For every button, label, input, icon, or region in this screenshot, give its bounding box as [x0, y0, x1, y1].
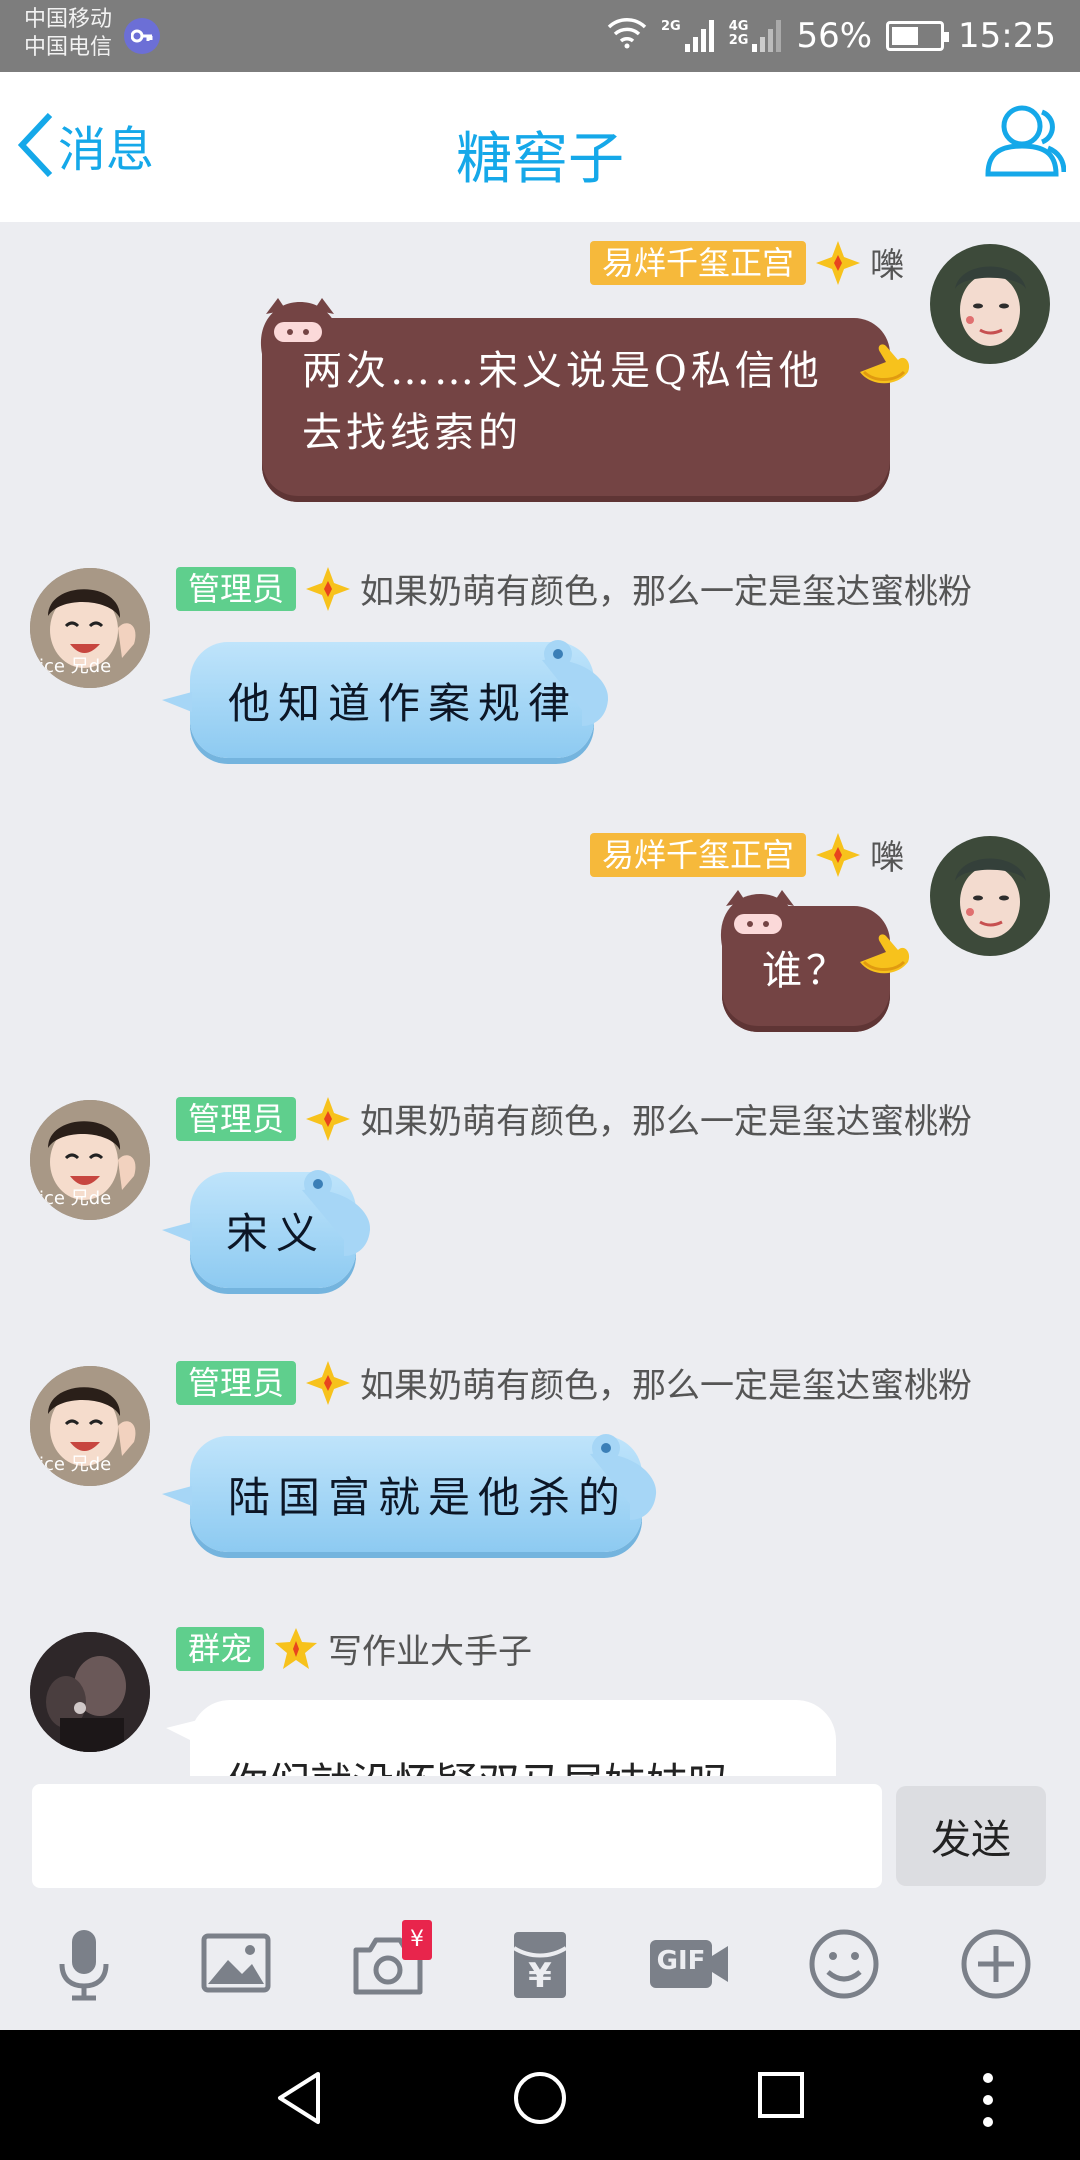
- sender-meta: 易烊千玺正宫 嚛: [589, 830, 904, 879]
- avatar[interactable]: [30, 1632, 150, 1752]
- red-packet-symbol: ¥: [528, 1956, 552, 1996]
- hand-wave-icon: [860, 344, 910, 384]
- sender-name: 嚛: [870, 246, 904, 286]
- diamond-star-icon: [816, 832, 860, 877]
- nav-more-icon[interactable]: [978, 2070, 998, 2130]
- carrier-1: 中国移动: [24, 7, 113, 32]
- pig-bubble-decoration: [260, 298, 340, 354]
- svg-text:lice 兄de: lice 兄de: [34, 656, 111, 677]
- diamond-star-icon: [306, 1360, 351, 1405]
- vpn-key-icon: [124, 18, 160, 54]
- avatar[interactable]: lice 兄de: [30, 1366, 150, 1486]
- diamond-star-icon: [306, 1096, 351, 1141]
- avatar[interactable]: lice 兄de: [30, 568, 150, 688]
- carrier-2: 中国电信: [24, 35, 113, 60]
- pig-bubble-decoration: [720, 890, 800, 946]
- emoji-icon[interactable]: [806, 1926, 882, 2002]
- status-bar: 中国移动 中国电信 2G 4G 2G 56% 15:25: [0, 0, 1080, 72]
- sender-name: 写作业大手子: [328, 1632, 533, 1672]
- carrier-info: 中国移动 中国电信: [24, 6, 112, 62]
- sender-name: 如果奶萌有颜色，那么一定是玺达蜜桃粉: [360, 1102, 973, 1142]
- role-badge: 管理员: [176, 566, 297, 611]
- svg-text:lice 兄de: lice 兄de: [34, 1454, 111, 1475]
- sender-name: 如果奶萌有颜色，那么一定是玺达蜜桃粉: [360, 1366, 973, 1406]
- image-icon[interactable]: [198, 1926, 274, 2002]
- role-badge: 群宠: [176, 1626, 265, 1671]
- message-text: 你们就没怀疑双马尾妹妹吗: [226, 1759, 730, 1776]
- battery-percent: 56%: [796, 16, 873, 56]
- nav-home-icon[interactable]: [512, 2070, 568, 2126]
- sender-meta: 易烊千玺正宫 嚛: [589, 238, 904, 287]
- camera-icon[interactable]: ¥: [350, 1920, 432, 2002]
- gif-label: GIF: [656, 1946, 706, 1976]
- hippo-bubble-decoration: [162, 1434, 657, 1520]
- hippo-bubble-decoration: [162, 640, 609, 726]
- sender-meta: 群宠 写作业大手子: [176, 1624, 532, 1673]
- message-text: 谁？: [762, 948, 850, 994]
- microphone-icon[interactable]: [46, 1926, 122, 2002]
- chat-title: 糖窖子: [456, 127, 624, 192]
- title-badge: 易烊千玺正宫: [589, 240, 806, 285]
- svg-text:lice 兄de: lice 兄de: [34, 1188, 111, 1209]
- group-members-icon[interactable]: [980, 102, 1067, 182]
- send-button[interactable]: 发送: [896, 1786, 1046, 1886]
- role-badge: 管理员: [176, 1096, 297, 1141]
- chat-header: 消息 糖窖子: [0, 72, 1080, 222]
- avatar[interactable]: lice 兄de: [30, 1100, 150, 1220]
- nav-back-icon[interactable]: [274, 2070, 324, 2126]
- hand-wave-icon: [860, 934, 910, 974]
- red-packet-icon[interactable]: ¥: [502, 1926, 578, 2002]
- sender-name: 如果奶萌有颜色，那么一定是玺达蜜桃粉: [360, 572, 973, 612]
- message-bubble[interactable]: 你们就没怀疑双马尾妹妹吗: [190, 1700, 836, 1776]
- avatar[interactable]: [930, 244, 1050, 364]
- sender-name: 嚛: [870, 838, 904, 878]
- gif-icon[interactable]: GIF: [646, 1926, 732, 2002]
- message-input[interactable]: [32, 1784, 882, 1888]
- signal-1-icon: 2G: [661, 20, 715, 52]
- diamond-star-icon: [306, 566, 351, 611]
- sender-meta: 管理员 如果奶萌有颜色，那么一定是玺达蜜桃粉: [176, 1358, 972, 1407]
- clock: 15:25: [958, 16, 1056, 56]
- signal-2-icon: 4G 2G: [729, 20, 783, 52]
- avatar[interactable]: [930, 836, 1050, 956]
- star-icon: [275, 1627, 318, 1669]
- sender-meta: 管理员 如果奶萌有颜色，那么一定是玺达蜜桃粉: [176, 1094, 972, 1143]
- plus-icon[interactable]: [958, 1926, 1034, 2002]
- diamond-star-icon: [816, 240, 860, 285]
- role-badge: 管理员: [176, 1360, 297, 1405]
- camera-badge: ¥: [402, 1920, 432, 1960]
- input-bar: 发送: [0, 1776, 1080, 1896]
- system-nav-bar: [0, 2030, 1080, 2160]
- message-bubble[interactable]: 两次……宋义说是Q私信他去找线索的: [262, 318, 890, 502]
- input-toolbar: ¥ ¥ GIF: [0, 1896, 1080, 2030]
- hippo-bubble-decoration: [162, 1170, 371, 1256]
- wifi-icon: [607, 15, 647, 58]
- message-text: 两次……宋义说是Q私信他去找线索的: [302, 348, 823, 456]
- nav-recents-icon[interactable]: [756, 2070, 806, 2120]
- sender-meta: 管理员 如果奶萌有颜色，那么一定是玺达蜜桃粉: [176, 564, 972, 613]
- battery-icon: [886, 21, 950, 51]
- message-list[interactable]: 易烊千玺正宫 嚛 两次……宋义说是Q私信他去找线索的 lice 兄de 管理员 …: [0, 222, 1080, 1776]
- title-badge: 易烊千玺正宫: [589, 832, 806, 877]
